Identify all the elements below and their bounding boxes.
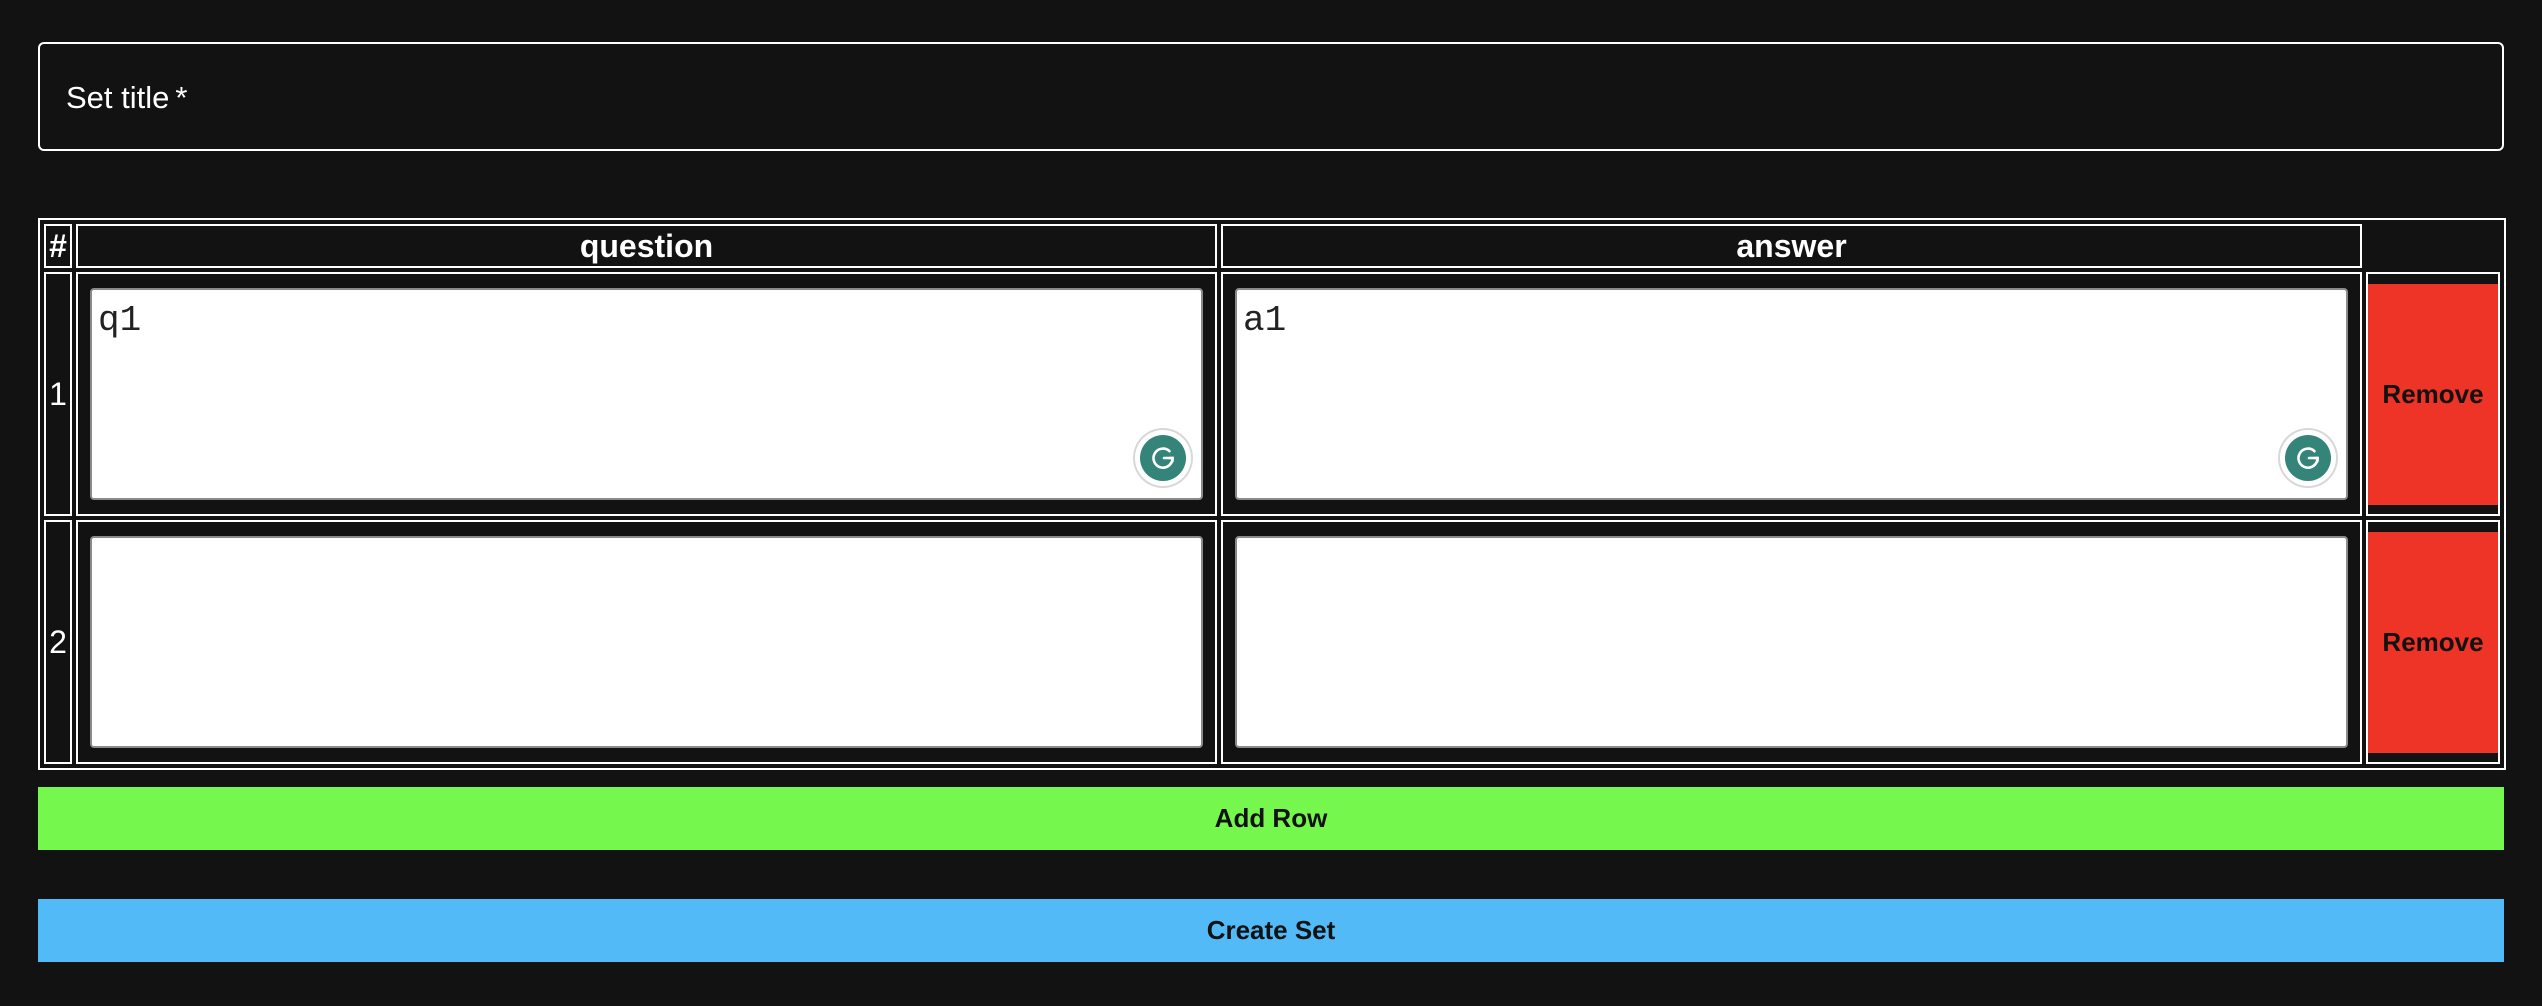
question-textarea[interactable]: q1 (90, 288, 1203, 500)
grammarly-icon[interactable] (2280, 430, 2336, 486)
header-question: question (76, 224, 1217, 268)
grammarly-icon[interactable] (1135, 430, 1191, 486)
actions-cell: Remove (2366, 272, 2500, 516)
table-header-row: # question answer (44, 224, 2500, 268)
table-row: 1 q1 a1 Remove (44, 272, 2500, 516)
answer-textarea[interactable] (1235, 536, 2348, 748)
question-cell: q1 (76, 272, 1217, 516)
answer-cell: a1 (1221, 272, 2362, 516)
header-answer: answer (1221, 224, 2362, 268)
actions-cell: Remove (2366, 520, 2500, 764)
question-textarea[interactable] (90, 536, 1203, 748)
set-title-label: Set title * (66, 80, 188, 115)
header-num: # (44, 224, 72, 268)
required-marker: * (175, 80, 188, 115)
add-row-button[interactable]: Add Row (38, 787, 2504, 850)
answer-cell (1221, 520, 2362, 764)
remove-row-button[interactable]: Remove (2368, 531, 2498, 753)
header-actions (2366, 224, 2500, 268)
cards-table: # question answer 1 q1 a1 Remove 2 Remov… (38, 218, 2506, 770)
create-set-button[interactable]: Create Set (38, 899, 2504, 962)
row-number: 1 (44, 272, 72, 516)
set-title-field[interactable]: Set title * (38, 42, 2504, 151)
answer-textarea[interactable]: a1 (1235, 288, 2348, 500)
table-row: 2 Remove (44, 520, 2500, 764)
row-number: 2 (44, 520, 72, 764)
remove-row-button[interactable]: Remove (2368, 283, 2498, 505)
question-cell (76, 520, 1217, 764)
